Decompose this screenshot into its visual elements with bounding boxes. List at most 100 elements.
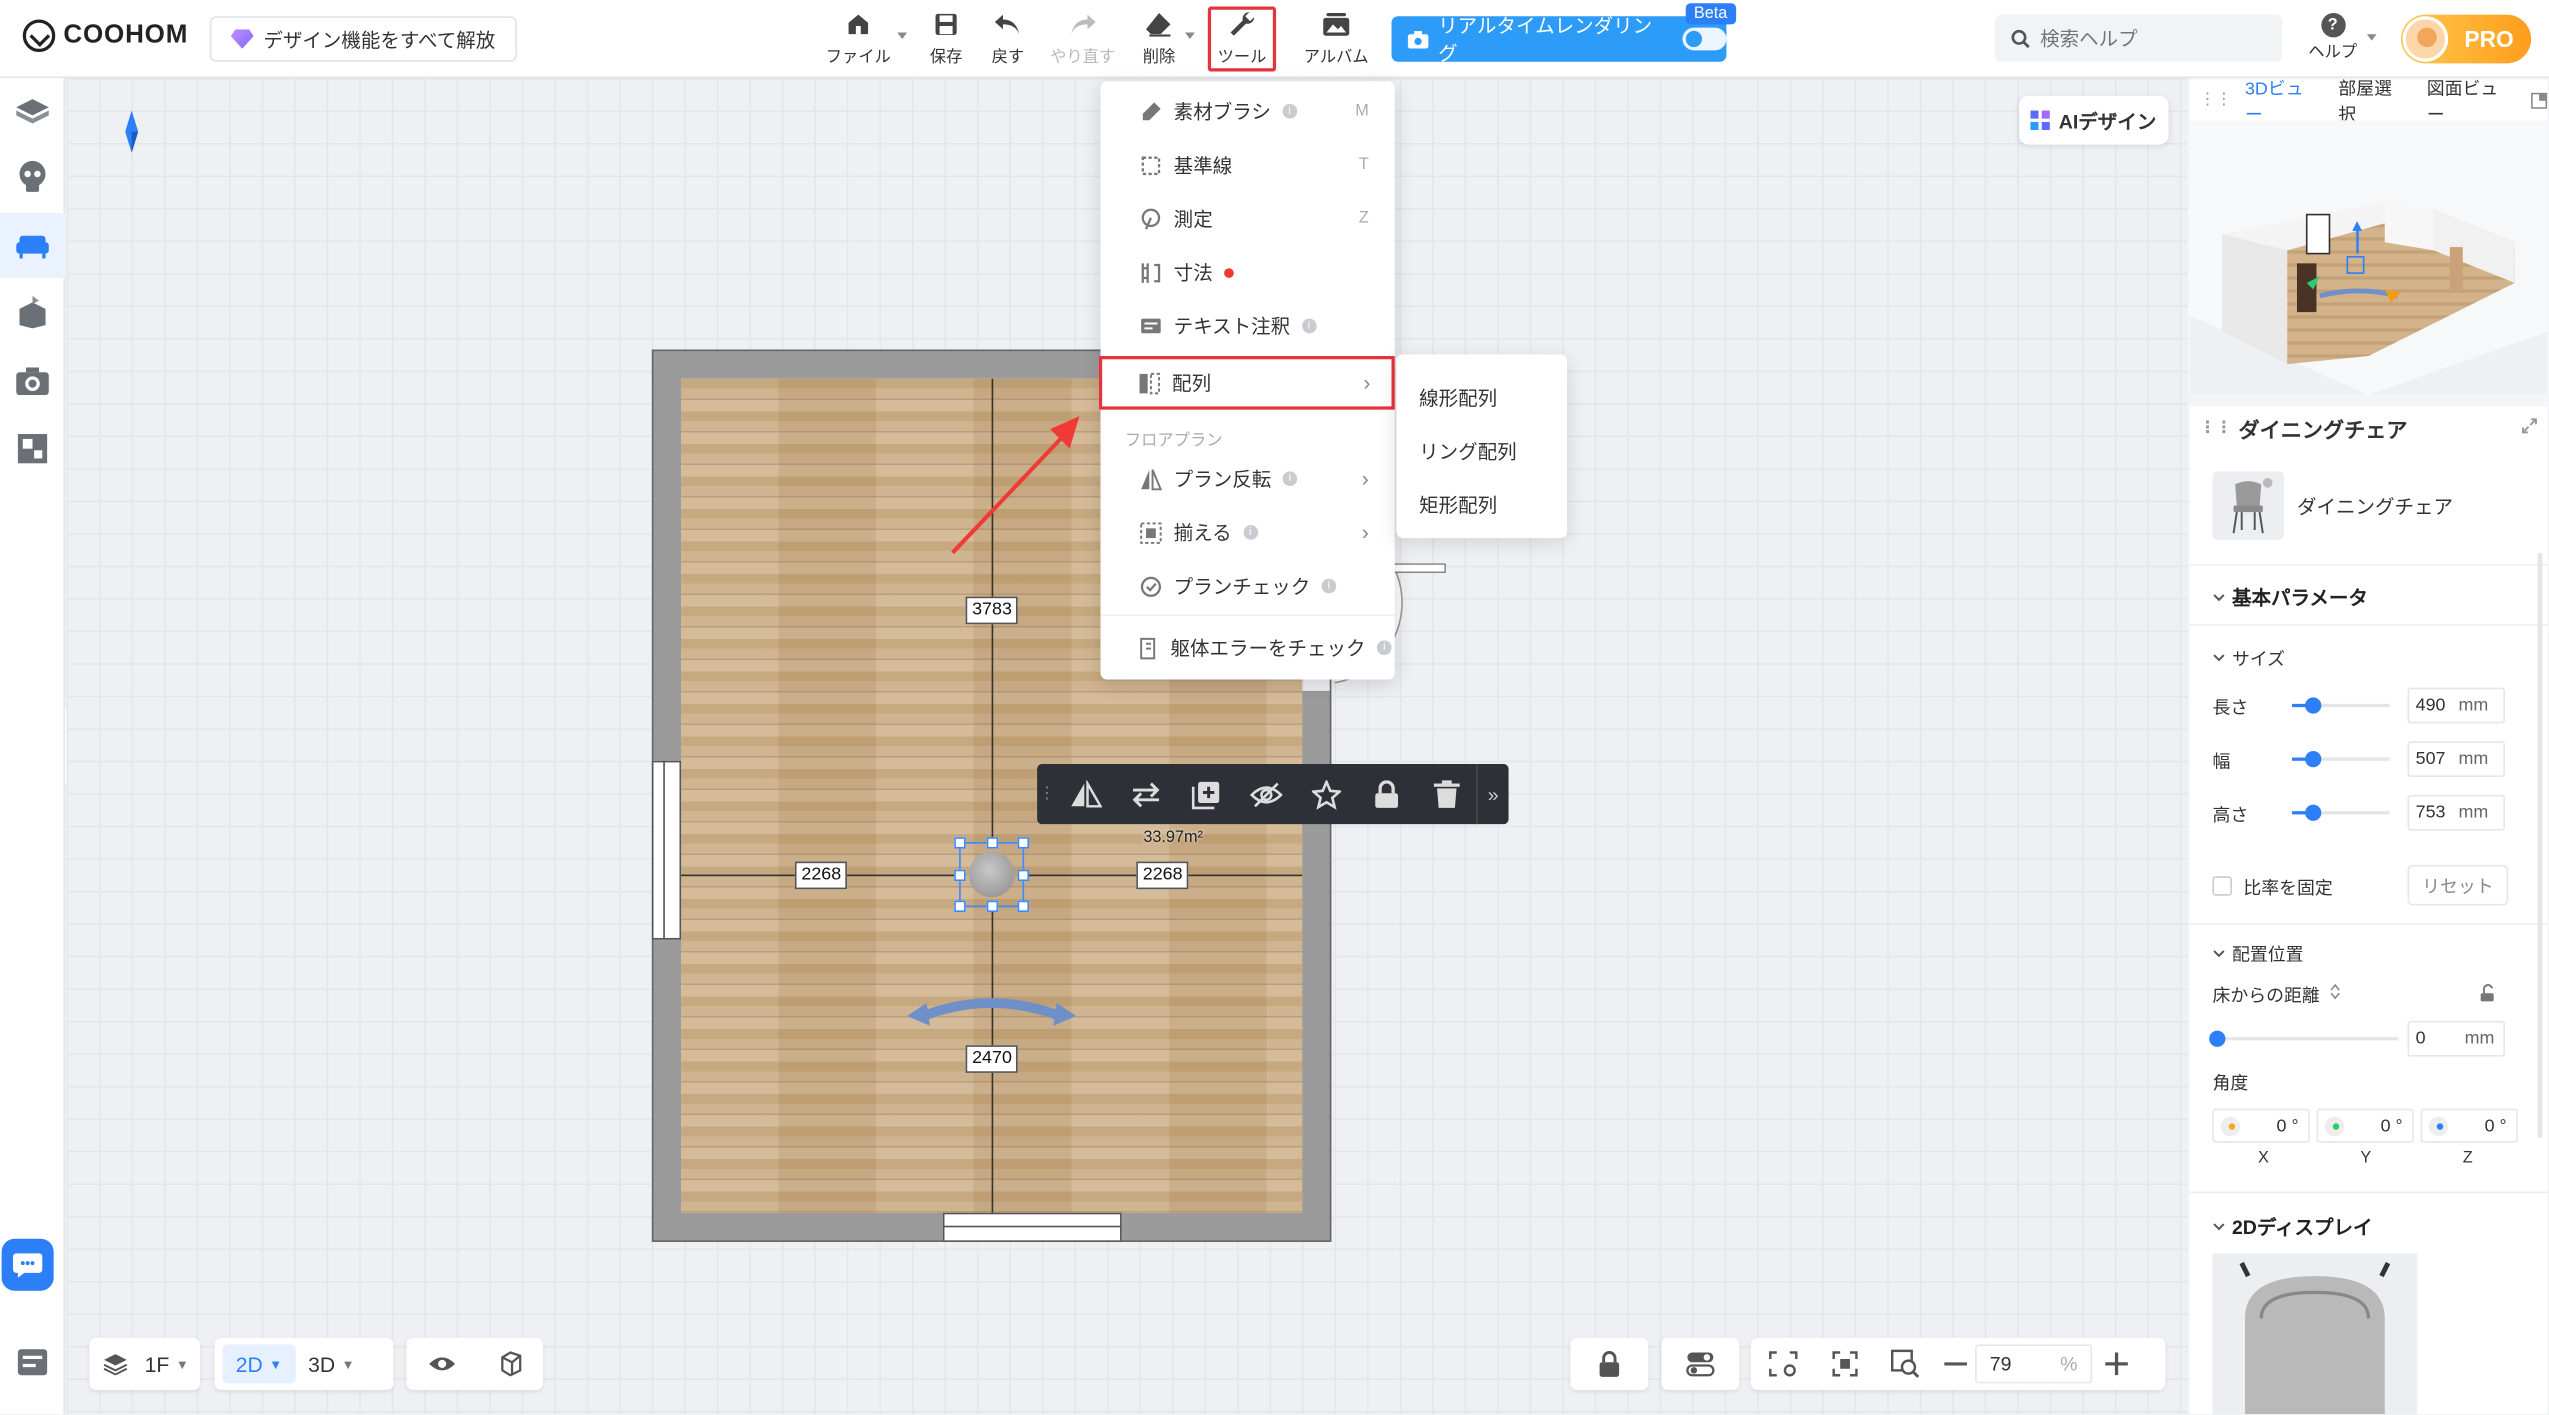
dimension-label-right[interactable]: 2268 [1136, 861, 1190, 890]
submenu-item-linear-array[interactable]: 線形配列 [1419, 384, 1497, 412]
lock-button[interactable] [1356, 764, 1416, 824]
view-3d-button[interactable]: 3D ▼ [295, 1338, 367, 1390]
dimension-label-vertical[interactable]: 3783 [965, 596, 1019, 625]
dial-x-icon[interactable] [2220, 1115, 2241, 1136]
3d-preview-viewport[interactable] [2189, 120, 2548, 396]
help-search[interactable] [1994, 14, 2283, 62]
drag-grip-icon[interactable]: ⋮⋮ [2199, 419, 2232, 437]
tab-drawing-view[interactable]: 図面ビュー [2427, 74, 2515, 126]
dial-y-icon[interactable] [2324, 1115, 2345, 1136]
resize-handle-sw[interactable] [954, 900, 966, 912]
logo[interactable]: COOHOM [22, 19, 188, 53]
selected-dining-chair[interactable] [954, 837, 1030, 912]
box-view-button[interactable] [484, 1338, 536, 1390]
zoom-area-button[interactable] [1874, 1338, 1936, 1390]
rail-list-item[interactable] [0, 1330, 65, 1395]
angle-y-input[interactable]: 0 ° [2316, 1108, 2415, 1143]
rail-material-item[interactable] [0, 280, 65, 345]
delete-button[interactable]: 削除 [1143, 10, 1175, 67]
angle-x-input[interactable]: 0 ° [2212, 1108, 2310, 1143]
tab-3d-view[interactable]: 3Dビュー [2245, 74, 2320, 126]
popout-icon[interactable] [2531, 91, 2548, 109]
submenu-item-rect-array[interactable]: 矩形配列 [1419, 491, 1497, 519]
resize-handle-n[interactable] [986, 837, 999, 849]
chat-button[interactable] [1, 1238, 54, 1291]
swap-button[interactable] [1117, 764, 1177, 824]
zoom-out-button[interactable] [1936, 1338, 1975, 1390]
window-left[interactable] [651, 760, 682, 940]
menu-item-structure-check[interactable]: 躯体エラーをチェック i [1101, 621, 1395, 675]
file-menu-button[interactable]: ファイル [826, 10, 891, 67]
menu-item-text-note[interactable]: テキスト注釈 i [1101, 299, 1395, 353]
menu-item-align[interactable]: 揃える i › [1101, 506, 1395, 560]
resize-handle-e[interactable] [1017, 869, 1030, 882]
resize-handle-se[interactable] [1017, 900, 1030, 912]
size-section[interactable]: サイズ [2212, 645, 2285, 671]
lock-canvas-control[interactable] [1570, 1337, 1649, 1390]
dial-z-icon[interactable] [2428, 1115, 2449, 1136]
submenu-item-ring-array[interactable]: リング配列 [1419, 437, 1517, 465]
floor-dropdown[interactable]: 1F ▼ [89, 1338, 201, 1390]
save-button[interactable]: 保存 [930, 10, 962, 67]
slider-knob[interactable] [2305, 751, 2322, 768]
toolbar-grip-icon[interactable]: ⋮ [1037, 764, 1056, 824]
delete-dropdown-caret-icon[interactable] [1185, 32, 1195, 40]
resize-handle-w[interactable] [954, 869, 966, 882]
floor-distance-input[interactable]: 0 mm [2407, 1020, 2506, 1057]
fix-ratio-checkbox[interactable] [2212, 876, 2232, 896]
view-settings-button[interactable] [1751, 1338, 1816, 1390]
duplicate-button[interactable] [1176, 764, 1236, 824]
toolbar-more-button[interactable]: » [1476, 764, 1508, 825]
object-thumbnail[interactable] [2212, 471, 2284, 540]
menu-item-guideline[interactable]: 基準線 T [1101, 138, 1395, 192]
menu-item-dimension[interactable]: 寸法 [1101, 245, 1395, 299]
rail-model-item[interactable] [0, 145, 65, 210]
rotate-handle-icon[interactable] [907, 993, 1077, 1032]
width-input[interactable]: 507 mm [2407, 741, 2506, 778]
width-slider[interactable] [2292, 751, 2390, 768]
dimension-label-bottom[interactable]: 2470 [965, 1045, 1019, 1073]
unlock-icon[interactable] [2479, 983, 2499, 1003]
rail-floorplan-item[interactable] [0, 416, 65, 481]
file-dropdown-caret-icon[interactable] [897, 32, 908, 40]
realtime-rendering-toggle[interactable] [1682, 27, 1727, 51]
drag-grip-icon[interactable]: ⋮⋮ [2199, 91, 2232, 109]
slider-knob[interactable] [2209, 1030, 2226, 1047]
help-dropdown-caret-icon[interactable] [2366, 34, 2377, 41]
resize-handle-s[interactable] [986, 900, 999, 912]
reset-button[interactable]: リセット [2407, 864, 2509, 906]
settings-toggle-control[interactable] [1661, 1337, 1740, 1390]
slider-knob[interactable] [2305, 804, 2322, 821]
expand-icon[interactable] [2521, 418, 2537, 434]
sort-updown-icon[interactable] [2329, 983, 2340, 1000]
redo-button[interactable]: やり直す [1050, 10, 1115, 67]
dimension-label-left[interactable]: 2268 [794, 861, 848, 890]
help-button[interactable]: ? ヘルプ [2308, 13, 2357, 62]
basic-params-section[interactable]: 基本パラメータ [2212, 584, 2368, 612]
fit-view-button[interactable] [1816, 1338, 1875, 1390]
zoom-level-input[interactable]: 79 % [1975, 1344, 2093, 1384]
rail-build-item[interactable] [0, 80, 65, 145]
2d-display-preview[interactable] [2212, 1253, 2418, 1415]
avatar[interactable] [2402, 16, 2449, 62]
ai-design-button[interactable]: AIデザイン [2018, 95, 2169, 145]
realtime-rendering-button[interactable]: リアルタイムレンダリング [1391, 15, 1727, 65]
angle-z-input[interactable]: 0 ° [2420, 1108, 2519, 1143]
floor-distance-slider[interactable] [2209, 1030, 2398, 1047]
delete-object-button[interactable] [1416, 764, 1476, 824]
length-slider[interactable] [2292, 697, 2390, 714]
undo-button[interactable]: 戻す [992, 10, 1024, 67]
hide-button[interactable] [1236, 764, 1296, 824]
menu-item-flip-plan[interactable]: プラン反転 i › [1101, 452, 1395, 506]
placement-section[interactable]: 配置位置 [2212, 941, 2303, 967]
album-button[interactable]: アルバム [1304, 10, 1369, 67]
unlock-features-button[interactable]: デザイン機能をすべて解放 [209, 16, 517, 62]
display-2d-section[interactable]: 2Dディスプレイ [2212, 1213, 2373, 1241]
rail-render-item[interactable] [0, 350, 65, 415]
rail-furniture-item[interactable] [0, 212, 66, 278]
zoom-in-button[interactable] [2092, 1338, 2141, 1390]
properties-scrollbar[interactable] [2537, 552, 2543, 1138]
help-search-input[interactable] [2040, 26, 2268, 50]
mirror-button[interactable] [1057, 764, 1117, 824]
menu-item-array[interactable]: 配列 › [1098, 356, 1395, 410]
